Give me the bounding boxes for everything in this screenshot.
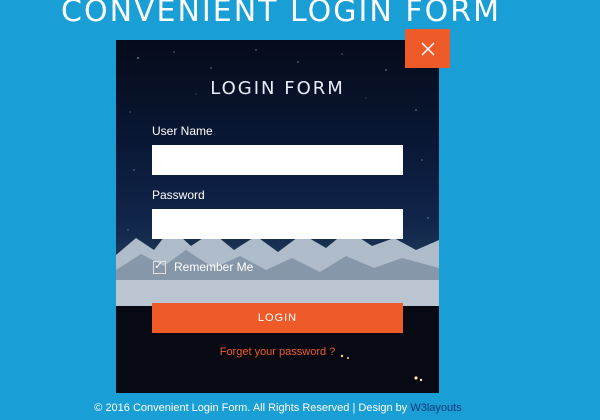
- check-mark-icon: ✓: [154, 259, 164, 272]
- close-icon: [420, 41, 435, 56]
- login-card: LOGIN FORM User Name Password ✓ Remember…: [116, 40, 439, 393]
- forgot-password-link[interactable]: Forget your password ?: [116, 346, 439, 358]
- footer-copyright: © 2016 Convenient Login Form. All Rights…: [94, 402, 411, 414]
- password-label: Password: [152, 188, 205, 202]
- footer-designer-link[interactable]: W3layouts: [410, 402, 461, 414]
- password-input[interactable]: [152, 209, 403, 239]
- remember-me-checkbox[interactable]: ✓: [153, 259, 166, 274]
- remember-me-row: ✓ Remember Me: [153, 259, 253, 275]
- username-label: User Name: [152, 124, 213, 138]
- page-title: CONVENIENT LOGIN FORM: [61, 0, 501, 29]
- login-button[interactable]: LOGIN: [152, 303, 403, 333]
- login-form-title: LOGIN FORM: [210, 78, 345, 99]
- footer: © 2016 Convenient Login Form. All Rights…: [0, 402, 556, 414]
- remember-me-label: Remember Me: [174, 260, 254, 274]
- username-input[interactable]: [152, 145, 403, 175]
- close-button[interactable]: [405, 29, 450, 68]
